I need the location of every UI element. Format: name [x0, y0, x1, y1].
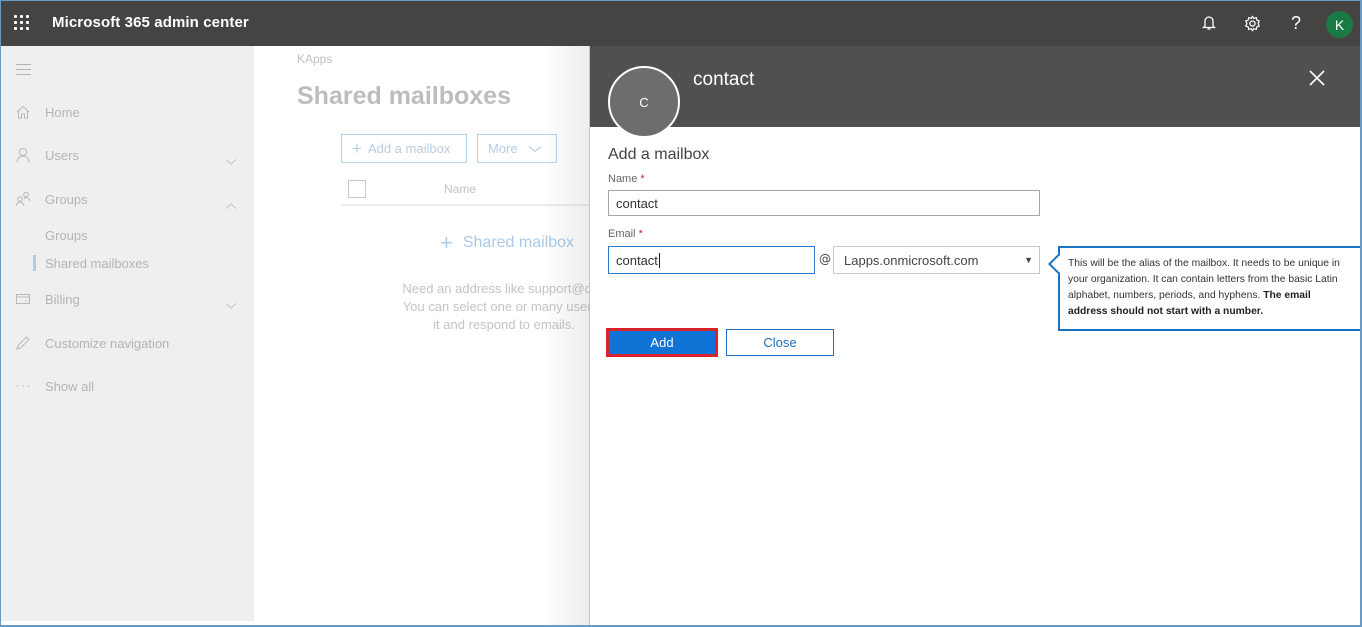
hamburger-menu-icon[interactable]: [16, 64, 31, 76]
nav-label: Groups: [45, 191, 88, 207]
add-mailbox-panel: C contact Add a mailbox Name * contact E…: [589, 46, 1360, 625]
more-icon: [15, 378, 31, 394]
top-bar: Microsoft 365 admin center ? K: [1, 1, 1360, 46]
domain-select[interactable]: Lapps.onmicrosoft.com ▼: [833, 246, 1040, 274]
gear-icon[interactable]: [1241, 12, 1263, 34]
plus-icon: +: [352, 139, 362, 158]
email-input-value: contact: [616, 252, 658, 268]
add-button[interactable]: Add: [606, 328, 718, 357]
nav-subitem-shared-mailboxes[interactable]: Shared mailboxes: [45, 256, 149, 271]
nav-item-billing[interactable]: Billing: [1, 284, 254, 314]
name-input[interactable]: contact: [608, 190, 1040, 216]
close-button[interactable]: Close: [726, 329, 834, 356]
domain-selected-value: Lapps.onmicrosoft.com: [844, 252, 979, 268]
at-sign: @: [819, 252, 831, 266]
email-help-tooltip: This will be the alias of the mailbox. I…: [1048, 246, 1360, 331]
name-input-value: contact: [616, 195, 658, 211]
active-indicator: [33, 255, 36, 271]
tooltip-pointer: [1048, 254, 1068, 274]
user-avatar[interactable]: K: [1326, 11, 1353, 38]
text-caret: [658, 252, 660, 268]
more-label: More: [488, 141, 518, 156]
plus-icon: +: [440, 230, 453, 255]
name-label: Name *: [608, 173, 645, 185]
mailbox-avatar: C: [608, 66, 680, 138]
chevron-down-icon[interactable]: [225, 295, 237, 309]
name-label-text: Name: [608, 173, 638, 185]
section-title: Add a mailbox: [608, 146, 710, 163]
add-mailbox-button[interactable]: + Add a mailbox: [341, 134, 467, 163]
required-mark: *: [638, 228, 643, 240]
main-content: KApps Shared mailboxes + Add a mailbox M…: [254, 46, 606, 625]
nav-subitem-groups[interactable]: Groups: [45, 228, 88, 243]
dropdown-arrow-icon: ▼: [1024, 255, 1033, 265]
panel-shadow: [541, 46, 589, 625]
nav-label: Customize navigation: [45, 335, 170, 351]
nav-label: Users: [45, 147, 79, 163]
add-mailbox-label: Add a mailbox: [367, 141, 451, 156]
nav-item-groups[interactable]: Groups: [1, 184, 254, 214]
user-icon: [15, 147, 31, 163]
app-title[interactable]: Microsoft 365 admin center: [52, 14, 249, 31]
breadcrumb[interactable]: KApps: [297, 52, 332, 66]
groups-icon: [15, 191, 31, 207]
nav-item-customize-navigation[interactable]: Customize navigation: [1, 328, 254, 358]
home-icon: [15, 104, 31, 120]
bell-icon[interactable]: [1198, 12, 1220, 34]
billing-icon: [15, 291, 31, 307]
pencil-icon: [15, 335, 31, 351]
nav-label: Home: [45, 104, 80, 120]
page-title: Shared mailboxes: [297, 82, 511, 110]
nav-item-home[interactable]: Home: [1, 97, 254, 127]
required-mark: *: [640, 173, 645, 185]
panel-title: contact: [693, 69, 755, 90]
select-all-checkbox[interactable]: [348, 180, 366, 198]
nav-label: Show all: [45, 378, 95, 394]
chevron-down-icon[interactable]: [225, 151, 237, 165]
window: Microsoft 365 admin center ? K Home User…: [0, 0, 1362, 627]
email-label-text: Email: [608, 228, 636, 240]
close-icon[interactable]: [1306, 67, 1328, 89]
email-label: Email *: [608, 228, 643, 240]
nav-label: Billing: [45, 291, 80, 307]
column-header-name[interactable]: Name: [444, 182, 476, 196]
left-navigation: Home Users Groups Groups Shared mailboxe…: [1, 46, 254, 621]
chevron-down-icon: [528, 141, 542, 156]
nav-item-users[interactable]: Users: [1, 140, 254, 170]
app-launcher-icon[interactable]: [14, 15, 30, 31]
nav-item-show-all[interactable]: Show all: [1, 371, 254, 401]
help-icon[interactable]: ?: [1285, 12, 1307, 34]
email-alias-input[interactable]: contact: [608, 246, 815, 274]
chevron-up-icon[interactable]: [225, 195, 237, 209]
